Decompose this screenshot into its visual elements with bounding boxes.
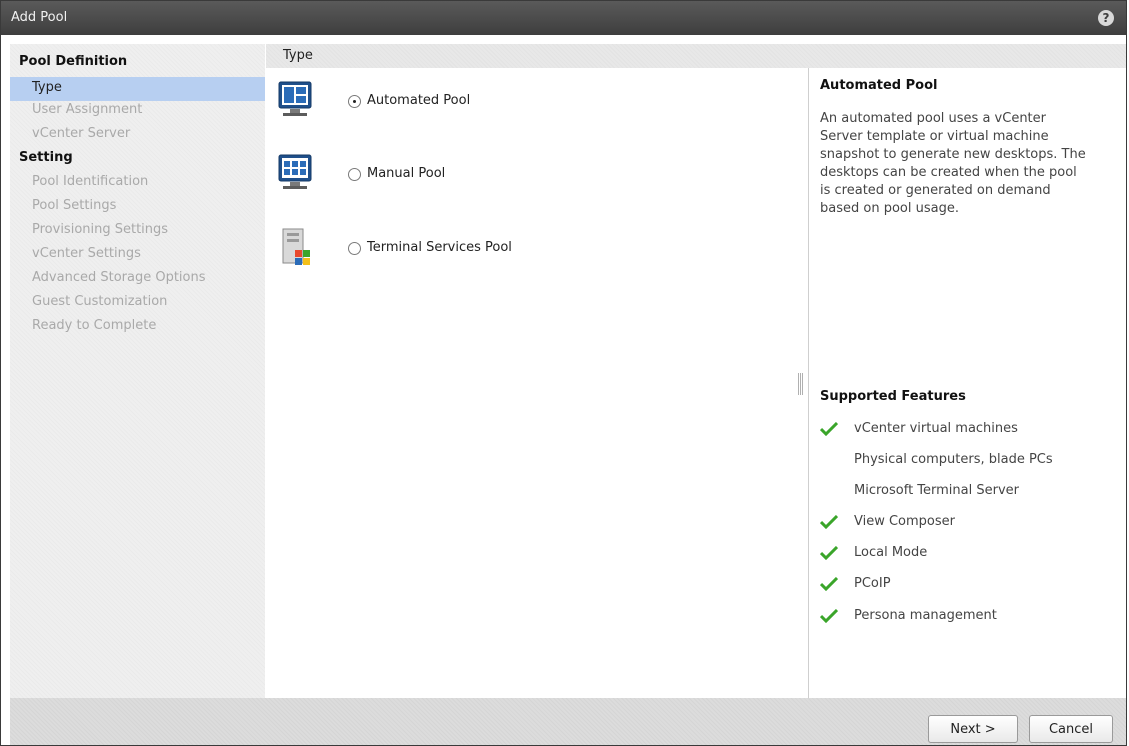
feature-pcoip: PCoIP — [820, 575, 1120, 595]
sidebar-item-vcenter-server: vCenter Server — [32, 126, 131, 141]
wizard-steps-sidebar: Pool Definition Type User Assignment vCe… — [10, 44, 265, 698]
manual-pool-label: Manual Pool — [367, 166, 446, 181]
feature-vcenter-virtual-machines: vCenter virtual machines — [820, 420, 1120, 440]
splitter-grip-icon[interactable] — [798, 373, 804, 395]
sidebar-item-type[interactable]: Type — [10, 77, 265, 101]
check-icon — [820, 515, 838, 529]
details-description: An automated pool uses a vCenter Server … — [820, 111, 1086, 216]
sidebar-item-pool-identification: Pool Identification — [32, 174, 149, 189]
details-panel: Automated Pool An automated pool uses a … — [809, 68, 1126, 698]
feature-label: PCoIP — [854, 576, 891, 591]
sidebar-item-user-assignment: User Assignment — [32, 102, 143, 117]
section-header-title: Type — [283, 48, 313, 63]
terminal-services-pool-label: Terminal Services Pool — [367, 240, 512, 255]
add-pool-dialog: Add Pool ? Pool Definition Type User Ass… — [0, 0, 1127, 746]
feature-label: Local Mode — [854, 545, 928, 560]
terminal-services-pool-radio[interactable] — [348, 242, 361, 255]
section-header: Type — [266, 44, 1126, 68]
feature-microsoft-terminal-server: Microsoft Terminal Server — [820, 482, 1120, 502]
option-automated-pool[interactable]: Automated Pool — [278, 81, 598, 121]
check-icon — [820, 609, 838, 623]
option-terminal-services-pool[interactable]: Terminal Services Pool — [278, 228, 598, 268]
sidebar-item-provisioning-settings: Provisioning Settings — [32, 222, 169, 237]
supported-features-title: Supported Features — [820, 389, 966, 404]
window-title: Add Pool — [11, 10, 68, 25]
details-title: Automated Pool — [820, 78, 938, 93]
feature-persona-management: Persona management — [820, 607, 1120, 627]
feature-label: View Composer — [854, 514, 955, 529]
sidebar-item-guest-customization: Guest Customization — [32, 294, 168, 309]
section-heading-pool-definition: Pool Definition — [19, 54, 128, 69]
check-icon — [820, 546, 838, 560]
feature-label: Persona management — [854, 608, 997, 623]
feature-view-composer: View Composer — [820, 513, 1120, 533]
feature-label: Physical computers, blade PCs — [854, 452, 1053, 467]
feature-label: Microsoft Terminal Server — [854, 483, 1019, 498]
sidebar-item-pool-settings: Pool Settings — [32, 198, 117, 213]
feature-label: vCenter virtual machines — [854, 421, 1018, 436]
sidebar-item-vcenter-settings: vCenter Settings — [32, 246, 141, 261]
sidebar-item-ready-to-complete: Ready to Complete — [32, 318, 157, 333]
dialog-footer: Next > Cancel — [10, 698, 1126, 745]
automated-pool-monitor-icon — [278, 81, 312, 116]
section-heading-setting: Setting — [19, 150, 73, 165]
next-button[interactable]: Next > — [928, 715, 1018, 743]
sidebar-item-label: Type — [32, 80, 62, 95]
check-icon — [820, 422, 838, 436]
automated-pool-label: Automated Pool — [367, 93, 471, 108]
pool-type-options: Automated Pool Manual Pool Terminal Serv… — [266, 68, 808, 698]
manual-pool-monitor-icon — [278, 154, 312, 189]
automated-pool-radio[interactable] — [348, 95, 361, 108]
option-manual-pool[interactable]: Manual Pool — [278, 154, 598, 194]
cancel-button[interactable]: Cancel — [1029, 715, 1113, 743]
check-icon — [820, 577, 838, 591]
help-icon[interactable]: ? — [1098, 10, 1114, 26]
title-bar: Add Pool ? — [1, 1, 1126, 35]
feature-local-mode: Local Mode — [820, 544, 1120, 564]
terminal-server-icon — [282, 228, 310, 265]
sidebar-item-advanced-storage-options: Advanced Storage Options — [32, 270, 206, 285]
manual-pool-radio[interactable] — [348, 168, 361, 181]
feature-physical-computers: Physical computers, blade PCs — [820, 451, 1120, 471]
